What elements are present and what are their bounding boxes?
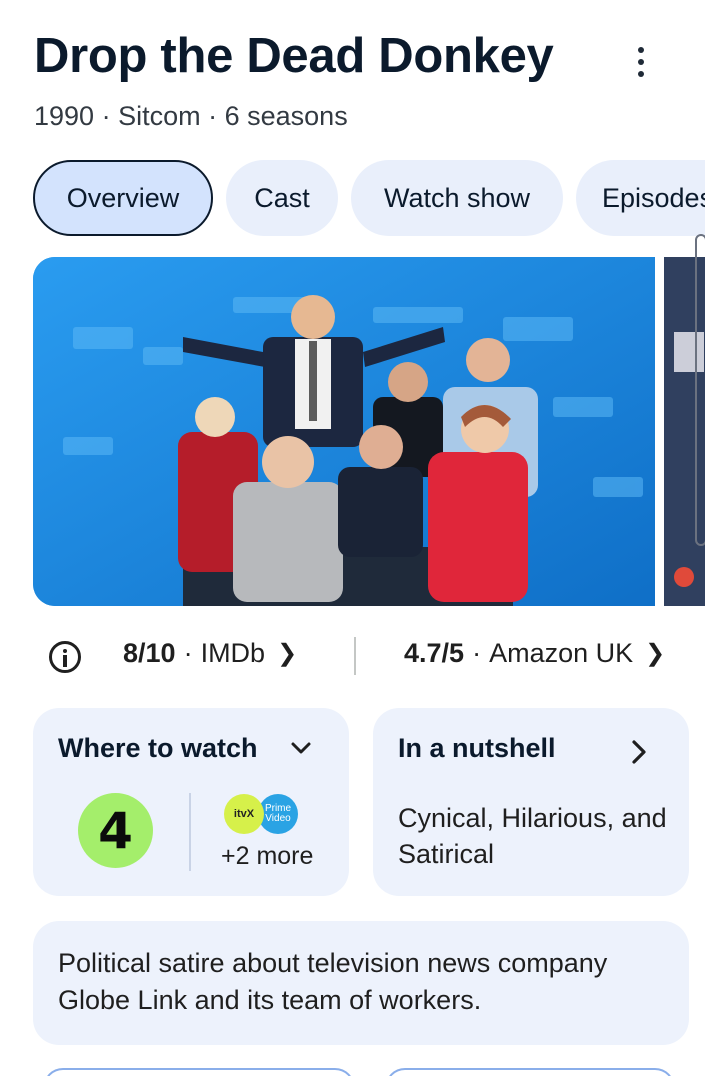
action-button[interactable]	[43, 1068, 355, 1076]
scrollbar[interactable]	[695, 234, 705, 546]
chevron-right-icon: ❯	[277, 640, 298, 667]
info-icon[interactable]	[49, 641, 81, 673]
nutshell-text: Cynical, Hilarious, and Satirical	[398, 803, 667, 869]
meta-separator: ·	[200, 101, 225, 131]
itvx-logo[interactable]: itvX	[224, 794, 264, 834]
ratings-divider	[354, 637, 356, 675]
rating-amazon[interactable]: 4.7/5 · Amazon UK ❯	[404, 638, 665, 669]
more-options-icon[interactable]	[626, 44, 656, 80]
ratings-row: 8/10 · IMDb ❯ 4.7/5 · Amazon UK ❯	[33, 630, 705, 682]
prime-video-logo[interactable]: Prime Video	[258, 794, 298, 834]
chevron-right-icon: ❯	[645, 640, 666, 667]
rating-imdb[interactable]: 8/10 · IMDb ❯	[123, 638, 297, 669]
action-button[interactable]	[385, 1068, 675, 1076]
show-genre: Sitcom	[118, 101, 201, 131]
card-divider	[189, 793, 191, 871]
nutshell-card[interactable]: In a nutshell Cynical, Hilarious, and Sa…	[373, 708, 689, 896]
where-to-watch-title: Where to watch	[58, 733, 258, 763]
show-meta: 1990 · Sitcom · 6 seasons	[34, 101, 348, 132]
tab-bar: Overview Cast Watch show Episodes	[33, 160, 705, 236]
description-card: Political satire about television news c…	[33, 921, 689, 1045]
rating-source: Amazon UK	[489, 638, 634, 668]
rating-source: IMDb	[200, 638, 266, 668]
chevron-right-icon[interactable]	[627, 738, 651, 766]
nutshell-title: In a nutshell	[398, 733, 556, 763]
tab-cast[interactable]: Cast	[226, 160, 338, 236]
more-providers-link[interactable]: +2 more	[221, 842, 313, 871]
channel4-logo-text: 4	[98, 801, 133, 860]
rating-separator: ·	[472, 638, 482, 668]
meta-separator: ·	[94, 101, 119, 131]
cast-photo-illustration	[33, 257, 655, 606]
tab-episodes[interactable]: Episodes	[576, 160, 705, 236]
show-year: 1990	[34, 101, 95, 131]
rating-score: 4.7/5	[404, 638, 465, 668]
page-title: Drop the Dead Donkey	[34, 29, 554, 83]
show-seasons: 6 seasons	[224, 101, 348, 131]
where-to-watch-card[interactable]: Where to watch 4 itvX Prime Video +2 mor…	[33, 708, 349, 896]
rating-separator: ·	[183, 638, 193, 668]
chevron-down-icon[interactable]	[289, 736, 313, 760]
description-text: Political satire about television news c…	[58, 948, 608, 1015]
tab-watch-show[interactable]: Watch show	[351, 160, 563, 236]
rating-score: 8/10	[123, 638, 176, 668]
tab-overview[interactable]: Overview	[33, 160, 213, 236]
cast-photo[interactable]	[33, 257, 655, 606]
channel4-logo[interactable]: 4	[78, 793, 153, 868]
